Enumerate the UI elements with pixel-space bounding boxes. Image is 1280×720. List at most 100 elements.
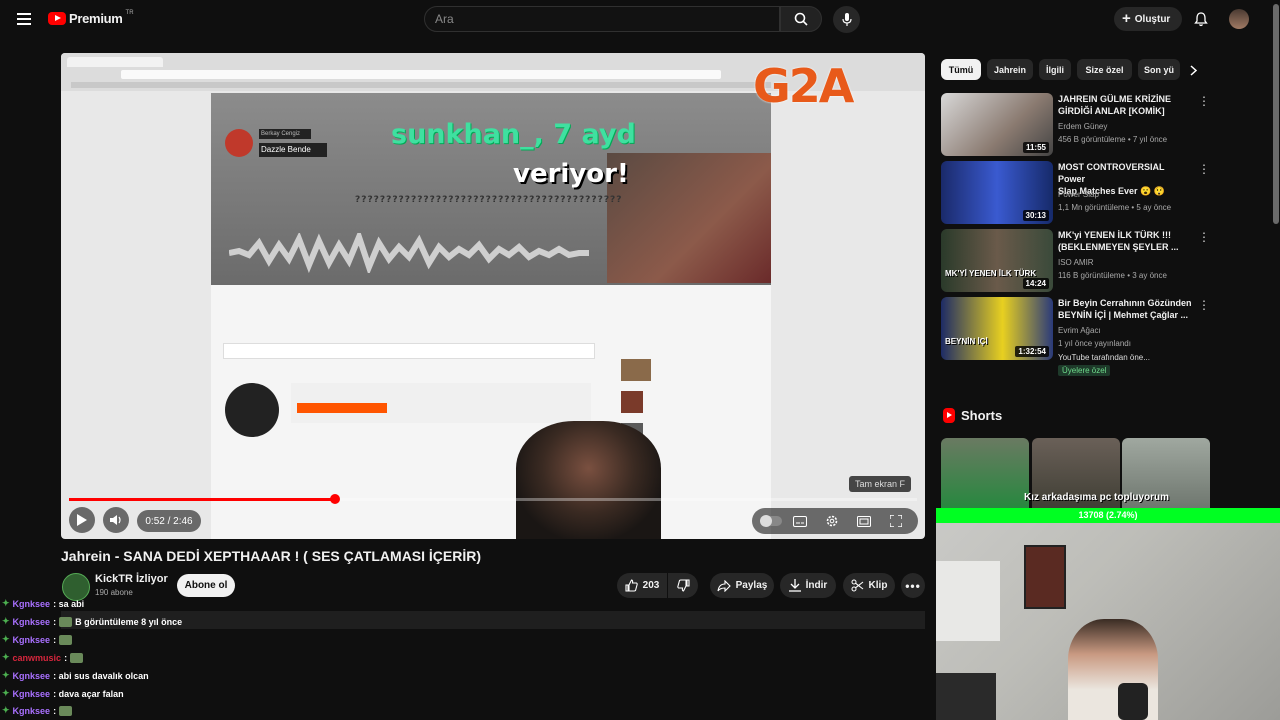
filter-chip[interactable]: Jahrein (987, 59, 1033, 80)
right-controls (752, 508, 918, 534)
filter-chip[interactable]: İlgili (1039, 59, 1071, 80)
chat-text: : (64, 652, 68, 663)
title-line: BEYNİN İÇİ | Mehmet Çağlar ... (1058, 310, 1189, 320)
filter-chip[interactable]: Size özel (1077, 59, 1132, 80)
more-vertical-icon[interactable]: ⋮ (1198, 162, 1210, 176)
filter-chip[interactable]: Son yü (1138, 59, 1180, 80)
download-button[interactable]: İndir (780, 573, 836, 598)
thumbnail-caption: MK'Yİ YENEN İLK TÜRK (945, 269, 1037, 278)
chat-emote (59, 634, 73, 645)
settings-gear-icon[interactable] (824, 513, 840, 529)
chat-message: ✦ Kgnksee: B görüntüleme 8 yıl önce (2, 616, 182, 627)
volume-button[interactable] (103, 507, 129, 533)
title-line: Bir Beyin Cerrahının Gözünden (1058, 298, 1192, 308)
more-vertical-icon[interactable]: ⋮ (1198, 230, 1210, 244)
chips-next-button[interactable] (1184, 60, 1202, 80)
share-button[interactable]: Paylaş (710, 573, 774, 598)
notifications-button[interactable] (1191, 9, 1211, 29)
chat-badge-icon: ✦ (2, 616, 10, 626)
goal-text: 13708 (2.74%) (1078, 510, 1138, 520)
related-video-thumbnail[interactable]: BEYNİN İÇİ 1:32:54 (941, 297, 1053, 360)
chat-badge-icon: ✦ (2, 634, 10, 644)
related-video-channel[interactable]: ISO AMIR (1058, 258, 1094, 267)
chat-message: ✦ canwmusic: (2, 652, 84, 663)
logo-region: TR (125, 9, 134, 16)
chat-badge-icon: ✦ (2, 598, 10, 608)
related-video-title[interactable]: Bir Beyin Cerrahının Gözünden BEYNİN İÇİ … (1058, 297, 1192, 321)
download-icon (788, 579, 801, 592)
short-thumbnail[interactable] (1032, 438, 1120, 518)
download-label: İndir (805, 580, 828, 591)
subtitles-icon[interactable] (792, 513, 808, 529)
related-video-thumbnail[interactable]: MK'Yİ YENEN İLK TÜRK 14:24 (941, 229, 1053, 292)
chat-view-info: B görüntüleme 8 yıl önce (75, 616, 183, 627)
filter-chip[interactable]: Tümü (941, 59, 981, 80)
youtube-play-icon (48, 12, 66, 25)
related-video-channel[interactable]: Evrim Ağacı (1058, 326, 1101, 335)
voice-search-button[interactable] (833, 6, 860, 33)
fullscreen-icon[interactable] (888, 513, 904, 529)
related-video-channel[interactable]: Power Slap (1058, 190, 1099, 199)
progress-bar[interactable] (69, 494, 917, 504)
chat-emote (59, 616, 73, 627)
like-button[interactable]: 203 (617, 573, 667, 598)
video-duration: 1:32:54 (1015, 346, 1049, 357)
overlay-text-line1: sunkhan_, 7 ayd (391, 119, 636, 150)
title-line: MK'yi YENEN İLK TÜRK !!! (1058, 230, 1171, 240)
scissors-icon (851, 579, 863, 592)
chat-emote (70, 652, 84, 663)
chat-text: : dava açar falan (53, 688, 124, 699)
title-line: GİRDİĞİ ANLAR [KOMİK] (1058, 106, 1165, 116)
chat-username: Kgnksee (12, 705, 51, 716)
shorts-caption: Kız arkadaşıma pc topluyorum (1024, 492, 1170, 503)
like-count: 203 (642, 580, 660, 591)
create-label: Oluştur (1134, 13, 1171, 25)
video-player[interactable]: Berkay Cengiz Dazzle Bende sunkhan_, 7 a… (61, 53, 925, 539)
create-button[interactable]: + Oluştur (1114, 7, 1182, 31)
chat-badge-icon: ✦ (2, 705, 10, 715)
avatar[interactable] (1229, 9, 1249, 29)
play-button[interactable] (69, 507, 95, 533)
soundcloud-artist: Berkay Cengiz (259, 129, 311, 139)
theater-mode-icon[interactable] (856, 513, 872, 529)
short-thumbnail[interactable] (1122, 438, 1210, 518)
video-duration: 11:55 (1022, 142, 1049, 153)
video-duration: 30:13 (1022, 210, 1049, 221)
waveform (229, 233, 589, 273)
more-vertical-icon[interactable]: ⋮ (1198, 94, 1210, 108)
subscribe-button[interactable]: Abone ol (177, 574, 235, 597)
dislike-button[interactable] (668, 573, 698, 598)
clip-button[interactable]: Klip (843, 573, 895, 598)
menu-icon[interactable] (14, 9, 34, 29)
related-video-thumbnail[interactable]: 11:55 (941, 93, 1053, 156)
related-video-meta: 1,1 Mn görüntüleme • 5 ay önce (1058, 203, 1172, 212)
share-icon (717, 579, 731, 592)
autoplay-toggle[interactable] (760, 515, 782, 527)
short-thumbnail[interactable] (941, 438, 1029, 518)
channel-avatar[interactable] (62, 573, 90, 601)
related-video-channel[interactable]: Erdem Güney (1058, 122, 1107, 131)
search-placeholder: Ara (435, 12, 454, 26)
related-video-title[interactable]: JAHREIN GÜLME KRİZİNE GİRDİĞİ ANLAR [KOMİ… (1058, 93, 1192, 117)
related-video-meta: 456 B görüntüleme • 7 yıl önce (1058, 135, 1168, 144)
related-video-title[interactable]: MK'yi YENEN İLK TÜRK !!! (BEKLENMEYEN ŞEY… (1058, 229, 1192, 253)
channel-name[interactable]: KickTR İzliyor (95, 573, 168, 585)
related-video-thumbnail[interactable]: 30:13 (941, 161, 1053, 224)
title-line: JAHREIN GÜLME KRİZİNE (1058, 94, 1172, 104)
thumbnail-caption: BEYNİN İÇİ (945, 337, 988, 346)
chat-text: : (53, 616, 57, 627)
search-input[interactable]: Ara (424, 6, 780, 32)
overlay-text-line2: veriyor! (513, 159, 629, 189)
search-button[interactable] (780, 6, 822, 32)
chat-username: Kgnksee (12, 634, 51, 645)
youtube-logo[interactable]: Premium TR (48, 9, 134, 26)
related-video-meta: 116 B görüntüleme • 3 ay önce (1058, 271, 1167, 280)
scrollbar-thumb[interactable] (1273, 4, 1279, 224)
volume-icon (110, 515, 121, 525)
description-bar[interactable] (61, 611, 925, 629)
more-vertical-icon[interactable]: ⋮ (1198, 298, 1210, 312)
chat-emote (59, 705, 73, 716)
more-actions-button[interactable]: ••• (901, 573, 925, 598)
shorts-icon (943, 408, 955, 423)
chat-username: Kgnksee (12, 616, 51, 627)
